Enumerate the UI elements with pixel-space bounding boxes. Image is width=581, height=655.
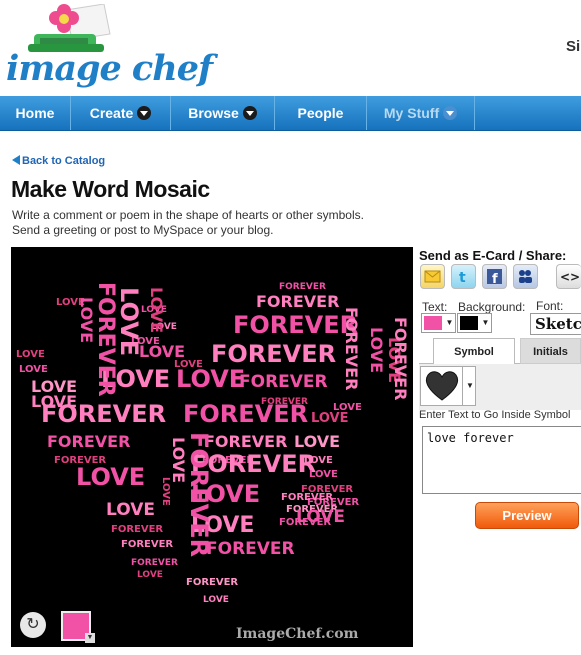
preview-button[interactable]: Preview [475, 502, 579, 529]
page-title: Make Word Mosaic [11, 176, 210, 202]
nav-browse[interactable]: Browse [171, 96, 275, 130]
mosaic-word: LOVE [16, 349, 45, 360]
logo-wordmark: image chef [6, 48, 213, 89]
embed-code-icon: <> [560, 270, 580, 284]
background-color-picker[interactable]: ▼ [457, 313, 492, 333]
chevron-down-icon[interactable]: ▼ [462, 366, 477, 406]
page-description-line-1: Write a comment or poem in the shape of … [12, 208, 364, 222]
facebook-share-button[interactable]: f [482, 264, 507, 289]
text-color-picker[interactable]: ▼ [421, 313, 456, 333]
back-arrow-icon [12, 155, 20, 165]
mosaic-word: FOREVER [281, 492, 333, 503]
mosaic-word: LOVE [160, 477, 171, 506]
font-label: Font: [536, 299, 564, 313]
word-mosaic-canvas: FOREVER FOREVER FOREVER FOREVER FOREVER FOREV… [11, 247, 413, 647]
embed-code-button[interactable]: <> [556, 264, 581, 289]
mosaic-text-input[interactable]: love forever [422, 426, 581, 494]
mosaic-word: FOREVER [233, 311, 358, 339]
twitter-icon: t [459, 270, 466, 286]
mosaic-word: LOVE [77, 297, 96, 343]
mosaic-word: LOVE [203, 595, 229, 605]
text-color-swatch [424, 316, 442, 330]
mosaic-word: FOREVER [391, 317, 410, 400]
nav-people[interactable]: People [275, 96, 367, 130]
chevron-down-icon: ▼ [445, 318, 454, 327]
chevron-down-icon [137, 106, 152, 120]
mosaic-word: FOREVER [131, 558, 178, 568]
tab-symbol[interactable]: Symbol [433, 338, 515, 364]
mosaic-word: LOVE [294, 432, 340, 451]
twitter-share-button[interactable]: t [451, 264, 476, 289]
background-color-swatch [460, 316, 478, 330]
send-as-ecard-label: Send as E-Card / Share: [419, 248, 567, 263]
mosaic-word: FOREVER [239, 372, 328, 392]
svg-text:t: t [459, 270, 466, 286]
mosaic-word: LOVE [19, 364, 48, 375]
mosaic-word: FOREVER [342, 307, 361, 390]
mosaic-word: LOVE [176, 365, 245, 393]
mosaic-word: FOREVER [204, 432, 287, 451]
svg-text:f: f [492, 272, 498, 287]
page-description-line-2: Send a greeting or post to MySpace or yo… [12, 223, 274, 237]
mosaic-word: LOVE [137, 570, 163, 580]
chevron-down-icon [242, 106, 257, 120]
mosaic-word: FOREVER [211, 340, 336, 368]
facebook-icon: f [487, 269, 502, 287]
nav-home-label: Home [15, 105, 55, 121]
mosaic-word: FOREVER [206, 539, 295, 559]
svg-text:<>: <> [560, 270, 580, 284]
chevron-down-icon [443, 106, 458, 120]
mosaic-word: LOVE [147, 287, 166, 333]
main-nav: Home Create Browse People My Stuff [0, 96, 581, 131]
back-link-label: Back to Catalog [22, 155, 106, 167]
mosaic-word: LOVE [31, 392, 77, 411]
mosaic-word: FOREVER [256, 292, 339, 311]
nav-people-label: People [297, 105, 344, 121]
chevron-down-icon: ▼ [481, 318, 490, 327]
mosaic-word: FOREVER [47, 432, 130, 451]
mosaic-word: FOREVER [279, 282, 326, 292]
heart-icon [425, 371, 459, 401]
mosaic-word: LOVE [367, 327, 386, 373]
mosaic-word: LOVE [296, 507, 345, 527]
mosaic-word: LOVE [115, 287, 143, 356]
myspace-icon [519, 270, 532, 283]
email-icon [424, 270, 441, 283]
heart-word-mosaic: FOREVERFOREVERFOREVERFOREVERFOREVERFOREV… [16, 282, 410, 605]
mosaic-word: FOREVER [183, 400, 308, 428]
mosaic-word: FOREVER [185, 432, 213, 557]
nav-create-label: Create [89, 105, 134, 121]
chevron-down-icon[interactable]: ▼ [85, 633, 95, 643]
nav-browse-label: Browse [188, 105, 239, 121]
nav-home[interactable]: Home [0, 96, 71, 130]
tab-initials[interactable]: Initials [520, 338, 581, 364]
nav-my-stuff[interactable]: My Stuff [367, 96, 475, 130]
mosaic-word: LOVE [106, 500, 155, 520]
email-share-button[interactable] [420, 264, 445, 289]
mosaic-word: LOVE [309, 469, 338, 480]
font-select[interactable]: Sketch [530, 313, 581, 335]
mosaic-word: FOREVER [186, 577, 238, 588]
imagechef-logo[interactable]: image chef [6, 3, 213, 92]
mosaic-word: FOREVER [111, 524, 163, 535]
background-color-label: Background: [458, 300, 526, 314]
back-to-catalog-link[interactable]: Back to Catalog [12, 155, 105, 167]
mosaic-word: FOREVER [121, 539, 173, 550]
signin-link[interactable]: Si [566, 38, 580, 55]
mosaic-word: LOVE [76, 463, 145, 491]
text-color-label: Text: [422, 300, 448, 314]
myspace-share-button[interactable] [513, 264, 538, 289]
refresh-icon[interactable]: ↻ [20, 612, 46, 638]
imagechef-watermark: ImageChef.com [236, 626, 359, 642]
mosaic-word: LOVE [311, 411, 348, 426]
nav-my-stuff-label: My Stuff [383, 105, 440, 121]
enter-text-label: Enter Text to Go Inside Symbol [419, 409, 571, 421]
nav-create[interactable]: Create [71, 96, 171, 130]
